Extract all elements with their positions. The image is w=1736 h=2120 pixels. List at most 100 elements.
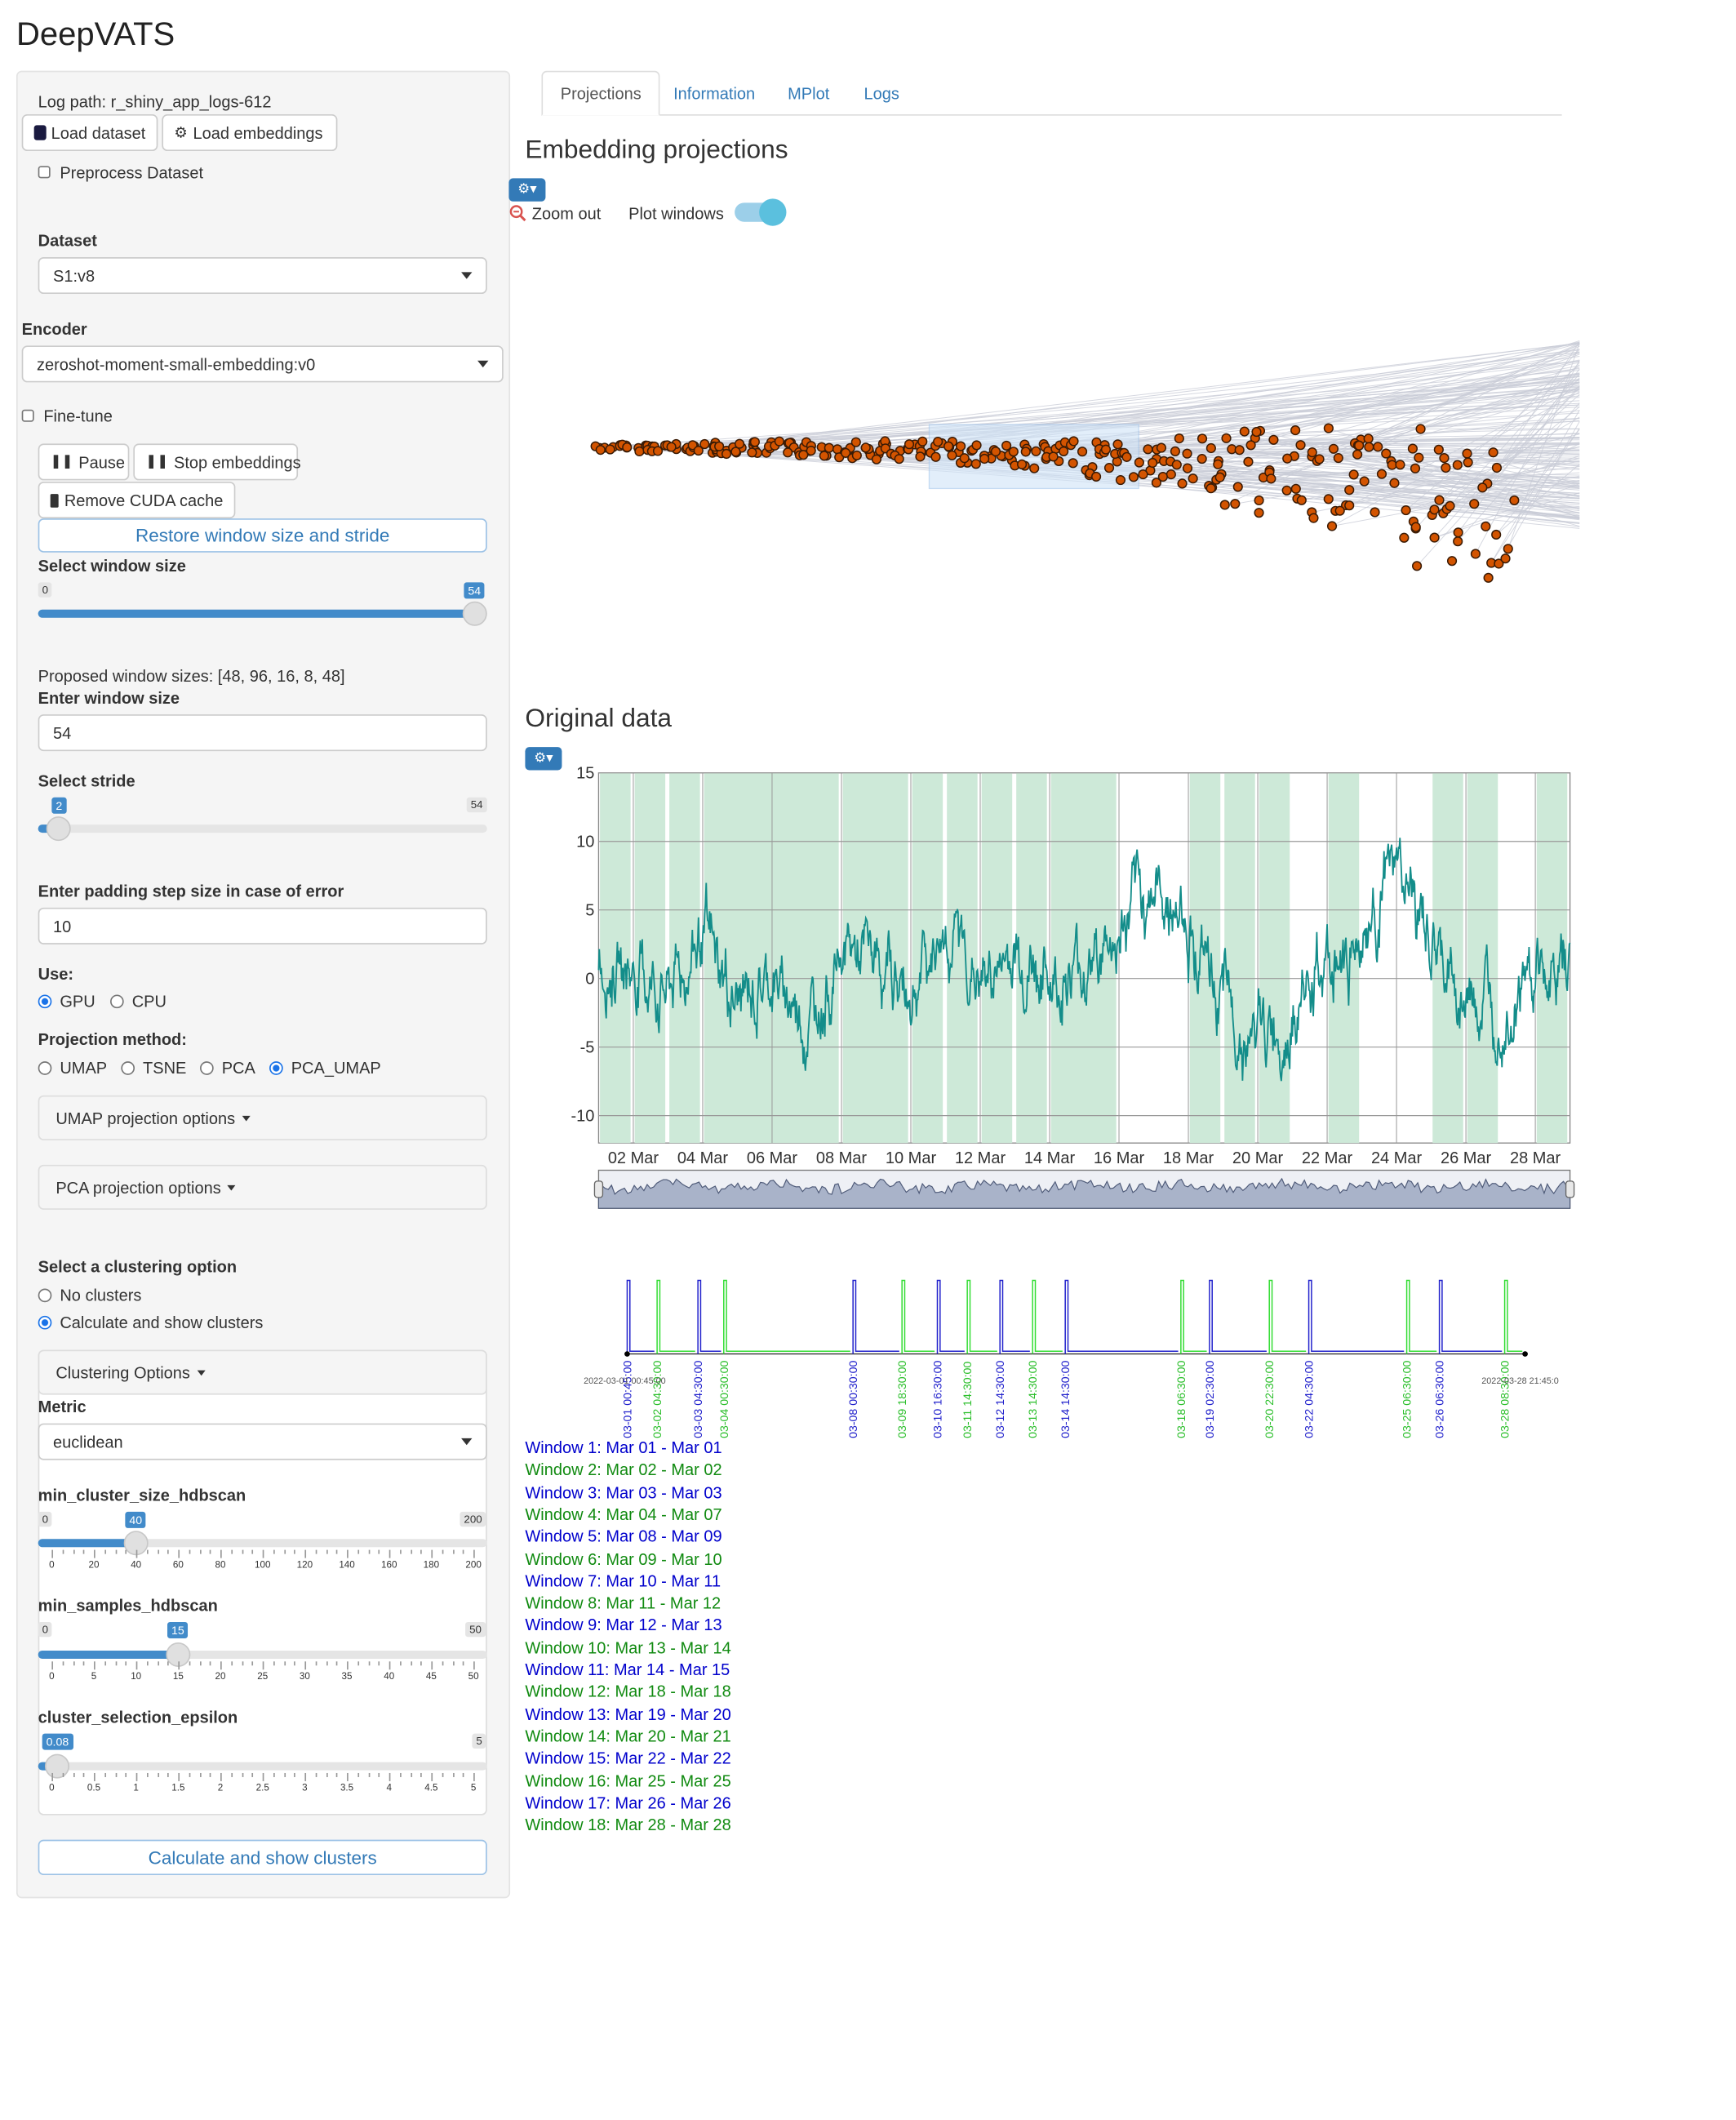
projection-point[interactable] xyxy=(1016,459,1028,469)
projection-point[interactable] xyxy=(1334,505,1345,516)
projection-point[interactable] xyxy=(943,441,954,451)
highlight-window[interactable] xyxy=(947,772,978,1144)
projection-point[interactable] xyxy=(1165,469,1176,480)
projection-point[interactable] xyxy=(1429,504,1440,515)
projection-point[interactable] xyxy=(1008,447,1019,457)
projection-point[interactable] xyxy=(1157,471,1168,482)
projection-point[interactable] xyxy=(714,441,725,451)
projection-point[interactable] xyxy=(1068,458,1078,469)
projection-point[interactable] xyxy=(693,445,704,456)
projection-point[interactable] xyxy=(947,450,957,460)
projection-point[interactable] xyxy=(1481,521,1491,531)
projection-point[interactable] xyxy=(1387,460,1397,470)
projection-point[interactable] xyxy=(1128,472,1139,482)
projection-point[interactable] xyxy=(1230,499,1241,509)
projection-point[interactable] xyxy=(1121,451,1132,462)
projection-point[interactable] xyxy=(1363,433,1374,444)
toggle-knob[interactable] xyxy=(759,198,787,226)
projection-point[interactable] xyxy=(1410,463,1421,473)
projection-point[interactable] xyxy=(1415,424,1426,434)
encoder-select[interactable]: zeroshot-moment-small-embedding:v0 xyxy=(21,345,504,383)
projection-point[interactable] xyxy=(1138,469,1148,480)
projection-point[interactable] xyxy=(1373,442,1383,452)
projection-point[interactable] xyxy=(904,439,915,450)
projection-point[interactable] xyxy=(1245,440,1256,451)
highlight-window[interactable] xyxy=(1259,772,1290,1144)
highlight-window[interactable] xyxy=(912,772,943,1144)
stride-slider[interactable] xyxy=(38,824,487,833)
pause-button[interactable]: ❚❚ Pause xyxy=(38,443,130,481)
stop-embeddings-button[interactable]: ❚❚ Stop embeddings xyxy=(133,443,301,481)
projection-point[interactable] xyxy=(1205,442,1216,454)
projection-point[interactable] xyxy=(1290,424,1301,436)
projection-point[interactable] xyxy=(1221,433,1232,443)
projection-point[interactable] xyxy=(1188,473,1198,484)
projection-point[interactable] xyxy=(990,446,1001,457)
projection-point[interactable] xyxy=(1143,444,1153,455)
pca-umap-radio[interactable] xyxy=(269,1061,283,1075)
projection-point[interactable] xyxy=(971,440,982,451)
projection-point[interactable] xyxy=(915,451,926,462)
projection-point[interactable] xyxy=(1314,454,1325,464)
plot-windows-toggle[interactable] xyxy=(735,198,787,226)
projection-point[interactable] xyxy=(1323,423,1334,433)
projection-point[interactable] xyxy=(970,459,981,469)
tsne-radio[interactable] xyxy=(121,1061,135,1075)
projection-point[interactable] xyxy=(1389,478,1400,488)
projection-point[interactable] xyxy=(851,450,862,461)
projection-point[interactable] xyxy=(1029,463,1040,473)
umap-radio[interactable] xyxy=(38,1061,52,1075)
projection-point[interactable] xyxy=(1399,532,1410,543)
projection-point[interactable] xyxy=(1470,549,1481,559)
projection-point[interactable] xyxy=(1429,532,1440,543)
projection-point[interactable] xyxy=(1295,440,1306,451)
projection-point[interactable] xyxy=(1412,561,1423,571)
projection-point[interactable] xyxy=(1182,448,1192,459)
highlight-window[interactable] xyxy=(600,772,631,1144)
projection-point[interactable] xyxy=(1251,426,1262,438)
calculate-clusters-button[interactable]: Calculate and show clusters xyxy=(38,1839,487,1875)
projection-point[interactable] xyxy=(1077,447,1088,457)
projection-point[interactable] xyxy=(955,441,966,451)
projection-point[interactable] xyxy=(721,448,732,460)
projection-point[interactable] xyxy=(1376,469,1387,479)
projection-point[interactable] xyxy=(1326,521,1338,531)
projection-point[interactable] xyxy=(1352,449,1363,460)
projection-point[interactable] xyxy=(1462,448,1472,459)
projection-point[interactable] xyxy=(1254,508,1264,518)
projection-point[interactable] xyxy=(1328,443,1339,454)
remove-cuda-button[interactable]: Remove CUDA cache xyxy=(38,482,236,519)
projection-point[interactable] xyxy=(1197,453,1207,464)
fine-tune-checkbox[interactable] xyxy=(21,409,34,422)
zoom-out-label[interactable]: Zoom out xyxy=(532,204,602,223)
projection-point[interactable] xyxy=(1282,453,1293,464)
projection-point[interactable] xyxy=(894,454,904,464)
projection-point[interactable] xyxy=(871,454,882,464)
projection-point[interactable] xyxy=(1445,500,1455,511)
projection-point[interactable] xyxy=(1281,485,1292,496)
projection-point[interactable] xyxy=(933,437,943,447)
projection-point[interactable] xyxy=(1170,446,1181,456)
no-clusters-radio[interactable] xyxy=(38,1288,52,1303)
projection-point[interactable] xyxy=(1307,447,1317,458)
calc-clusters-radio[interactable] xyxy=(38,1315,52,1330)
highlight-window[interactable] xyxy=(1467,772,1498,1144)
projection-point[interactable] xyxy=(1103,463,1115,473)
projection-point[interactable] xyxy=(1364,442,1374,452)
projection-point[interactable] xyxy=(1205,483,1216,494)
projection-point[interactable] xyxy=(1354,440,1365,451)
projection-point[interactable] xyxy=(1483,572,1494,583)
projection-point[interactable] xyxy=(1463,457,1473,468)
projection-point[interactable] xyxy=(1323,494,1334,504)
projection-point[interactable] xyxy=(1001,440,1012,451)
tab-logs[interactable]: Logs xyxy=(846,71,917,116)
metric-select[interactable]: euclidean xyxy=(38,1423,487,1460)
padding-input[interactable]: 10 xyxy=(38,907,487,944)
projection-point[interactable] xyxy=(1453,527,1463,538)
highlight-window[interactable] xyxy=(842,772,908,1144)
projection-point[interactable] xyxy=(850,437,861,447)
projection-point[interactable] xyxy=(1503,544,1513,554)
projection-point[interactable] xyxy=(1441,462,1451,473)
range-handle[interactable] xyxy=(1565,1180,1575,1198)
projection-point[interactable] xyxy=(1469,499,1480,509)
